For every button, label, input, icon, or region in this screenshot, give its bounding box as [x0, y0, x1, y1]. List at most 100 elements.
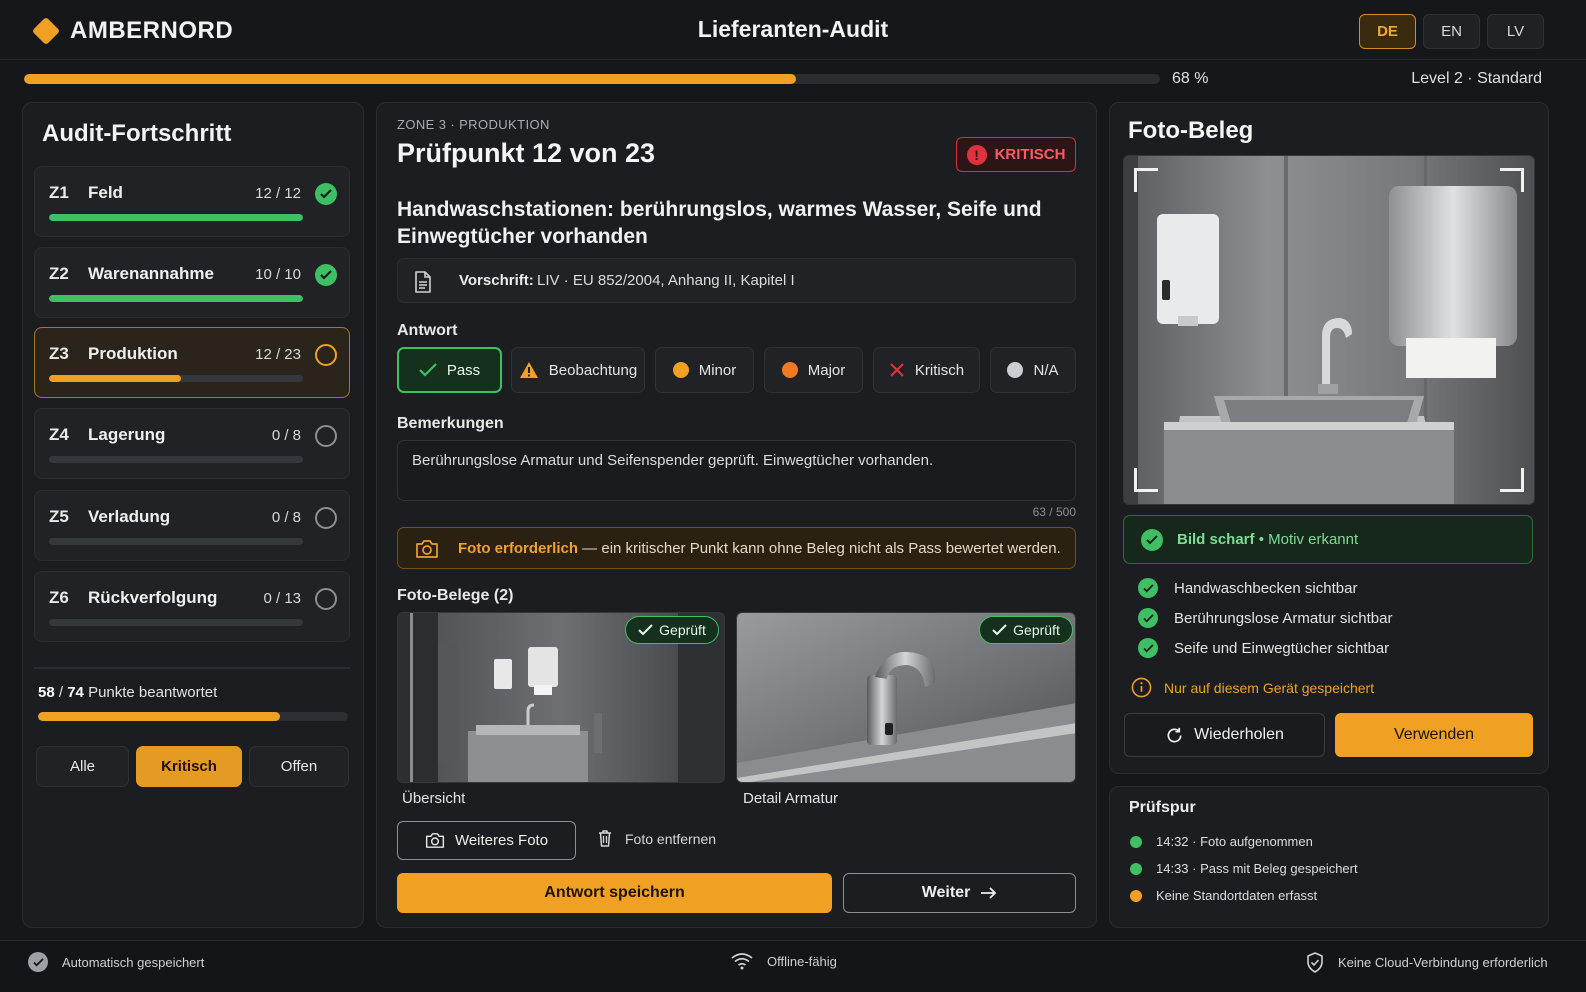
photo-required-notice: Foto erforderlich — ein kritischer Punkt… [397, 527, 1076, 569]
x-icon [890, 363, 904, 377]
check-circle-icon [315, 183, 337, 205]
frame-corner-icon [1500, 168, 1524, 192]
sidebar-item-zone[interactable]: Z1 Feld 12 / 12 [34, 166, 350, 237]
offline-text: Offline-fähig [767, 953, 837, 969]
overall-progress-bar [24, 74, 1160, 84]
save-answer-button[interactable]: Antwort speichern [397, 873, 832, 913]
arrow-right-icon [981, 887, 997, 899]
status-circle-icon [315, 507, 337, 529]
zone-count: 0 / 8 [271, 427, 301, 444]
answered-summary: 58 / 74 Punkte beantwortet [38, 684, 218, 701]
frame-corner-icon [1500, 468, 1524, 492]
camera-icon [416, 540, 438, 558]
document-icon [415, 271, 431, 293]
regulation-text: LIV · EU 852/2004, Anhang II, Kapitel I [537, 272, 795, 289]
zone-code: Z6 [49, 588, 69, 607]
remove-photo-button[interactable]: Foto entfernen [598, 830, 716, 847]
check-icon [419, 363, 437, 377]
zone-code: Z2 [49, 264, 69, 283]
washbasin-photo-image [1124, 156, 1534, 504]
sidebar-item-zone[interactable]: Z3 Produktion 12 / 23 [34, 327, 350, 398]
zone-progress-bar [49, 295, 303, 302]
minor-dot-icon [672, 362, 689, 378]
check-circle-icon [28, 952, 48, 972]
answer-observation-button[interactable]: Beobachtung [511, 347, 645, 393]
answer-minor-label: Minor [698, 361, 737, 379]
answer-pass-label: Pass [446, 361, 481, 379]
use-photo-button[interactable]: Verwenden [1335, 713, 1533, 757]
check-circle-icon [1138, 578, 1158, 598]
checkpoint-title: Prüfpunkt 12 von 23 [397, 138, 656, 168]
frame-corner-icon [1134, 168, 1158, 192]
next-button[interactable]: Weiter [843, 873, 1076, 913]
sidebar-item-zone[interactable]: Z4 Lagerung 0 / 8 [34, 408, 350, 479]
add-photo-label: Weiteres Foto [454, 832, 549, 849]
answered-count: 58 [38, 684, 55, 701]
remarks-label: Bemerkungen [397, 415, 504, 432]
image-quality-text: Bild scharf • Motiv erkannt [1177, 531, 1358, 548]
retake-photo-button[interactable]: Wiederholen [1124, 713, 1325, 757]
check-circle-icon [1141, 529, 1163, 551]
answer-pass-button[interactable]: Pass [397, 347, 502, 393]
detected-item: Handwaschbecken sichtbar [1138, 578, 1357, 598]
zone-count: 12 / 12 [255, 185, 301, 202]
zone-code: Z5 [49, 507, 69, 526]
detected-item-label: Handwaschbecken sichtbar [1174, 579, 1358, 597]
zone-count: 10 / 10 [255, 266, 301, 283]
status-dot-icon [1130, 862, 1142, 875]
remarks-textarea[interactable]: Berührungslose Armatur und Seifenspender… [397, 440, 1076, 501]
zone-count: 12 / 23 [255, 346, 301, 363]
zone-name: Warenannahme [88, 264, 214, 283]
alert-icon: ! [966, 144, 987, 165]
zone-progress-bar [49, 538, 303, 545]
trail-entry-text: Keine Standortdaten erfasst [1156, 888, 1318, 903]
status-circle-icon [315, 344, 337, 366]
remarks-char-count: 63 / 500 [1032, 505, 1076, 519]
image-sharp-label: Bild scharf [1177, 531, 1255, 548]
language-button-de[interactable]: DE [1359, 14, 1416, 49]
answer-major-button[interactable]: Major [764, 347, 863, 393]
answered-progress-bar [38, 712, 348, 721]
photo-detail-verified-badge: Geprüft [979, 616, 1073, 644]
zone-name: Produktion [88, 344, 178, 363]
filter-critical-button[interactable]: Kritisch [136, 746, 242, 787]
offline-status: Offline-fähig [731, 952, 837, 970]
answer-na-button[interactable]: N/A [990, 347, 1076, 393]
warning-icon [519, 362, 538, 378]
detected-item-label: Seife und Einwegtücher sichtbar [1174, 639, 1390, 657]
sidebar-item-zone[interactable]: Z6 Rückverfolgung 0 / 13 [34, 571, 350, 642]
answer-major-label: Major [807, 361, 846, 379]
check-circle-icon [1138, 638, 1158, 658]
retake-photo-label: Wiederholen [1194, 726, 1284, 743]
zone-progress-bar [49, 456, 303, 463]
language-button-en[interactable]: EN [1423, 14, 1480, 49]
sidebar-item-zone[interactable]: Z5 Verladung 0 / 8 [34, 490, 350, 561]
cloud-status: Keine Cloud-Verbindung erforderlich [1306, 952, 1548, 973]
zone-progress-bar [49, 375, 303, 382]
audit-level-label: Level 2 · Standard [1411, 70, 1542, 87]
trail-entry: 14:32 · Foto aufgenommen [1130, 834, 1313, 849]
zone-count: 0 / 13 [263, 590, 301, 607]
filter-open-button[interactable]: Offen [249, 746, 349, 787]
frame-corner-icon [1134, 468, 1158, 492]
photo-detail-caption: Detail Armatur [743, 790, 839, 807]
brand-name: AMBERNORD [70, 17, 234, 44]
zone-progress-fill [49, 375, 182, 382]
refresh-icon [1167, 727, 1182, 743]
filter-all-button[interactable]: Alle [36, 746, 129, 787]
zone-progress-bar [49, 214, 303, 221]
answer-critical-button[interactable]: Kritisch [873, 347, 980, 393]
trail-entry: Keine Standortdaten erfasst [1130, 888, 1317, 903]
add-photo-button[interactable]: Weiteres Foto [397, 821, 576, 860]
breadcrumb: ZONE 3 · PRODUKTION [397, 117, 550, 132]
answer-label: Antwort [397, 322, 458, 339]
answer-minor-button[interactable]: Minor [655, 347, 754, 393]
camera-icon [425, 833, 444, 848]
image-quality-status: Bild scharf • Motiv erkannt [1123, 515, 1533, 564]
photo-evidence-title: Foto-Beleg [1128, 117, 1254, 144]
trail-entry-text: 14:32 · Foto aufgenommen [1156, 834, 1313, 849]
sidebar-item-zone[interactable]: Z2 Warenannahme 10 / 10 [34, 247, 350, 318]
detected-item: Seife und Einwegtücher sichtbar [1138, 638, 1389, 658]
zone-name: Lagerung [88, 425, 166, 444]
language-button-lv[interactable]: LV [1487, 14, 1544, 49]
